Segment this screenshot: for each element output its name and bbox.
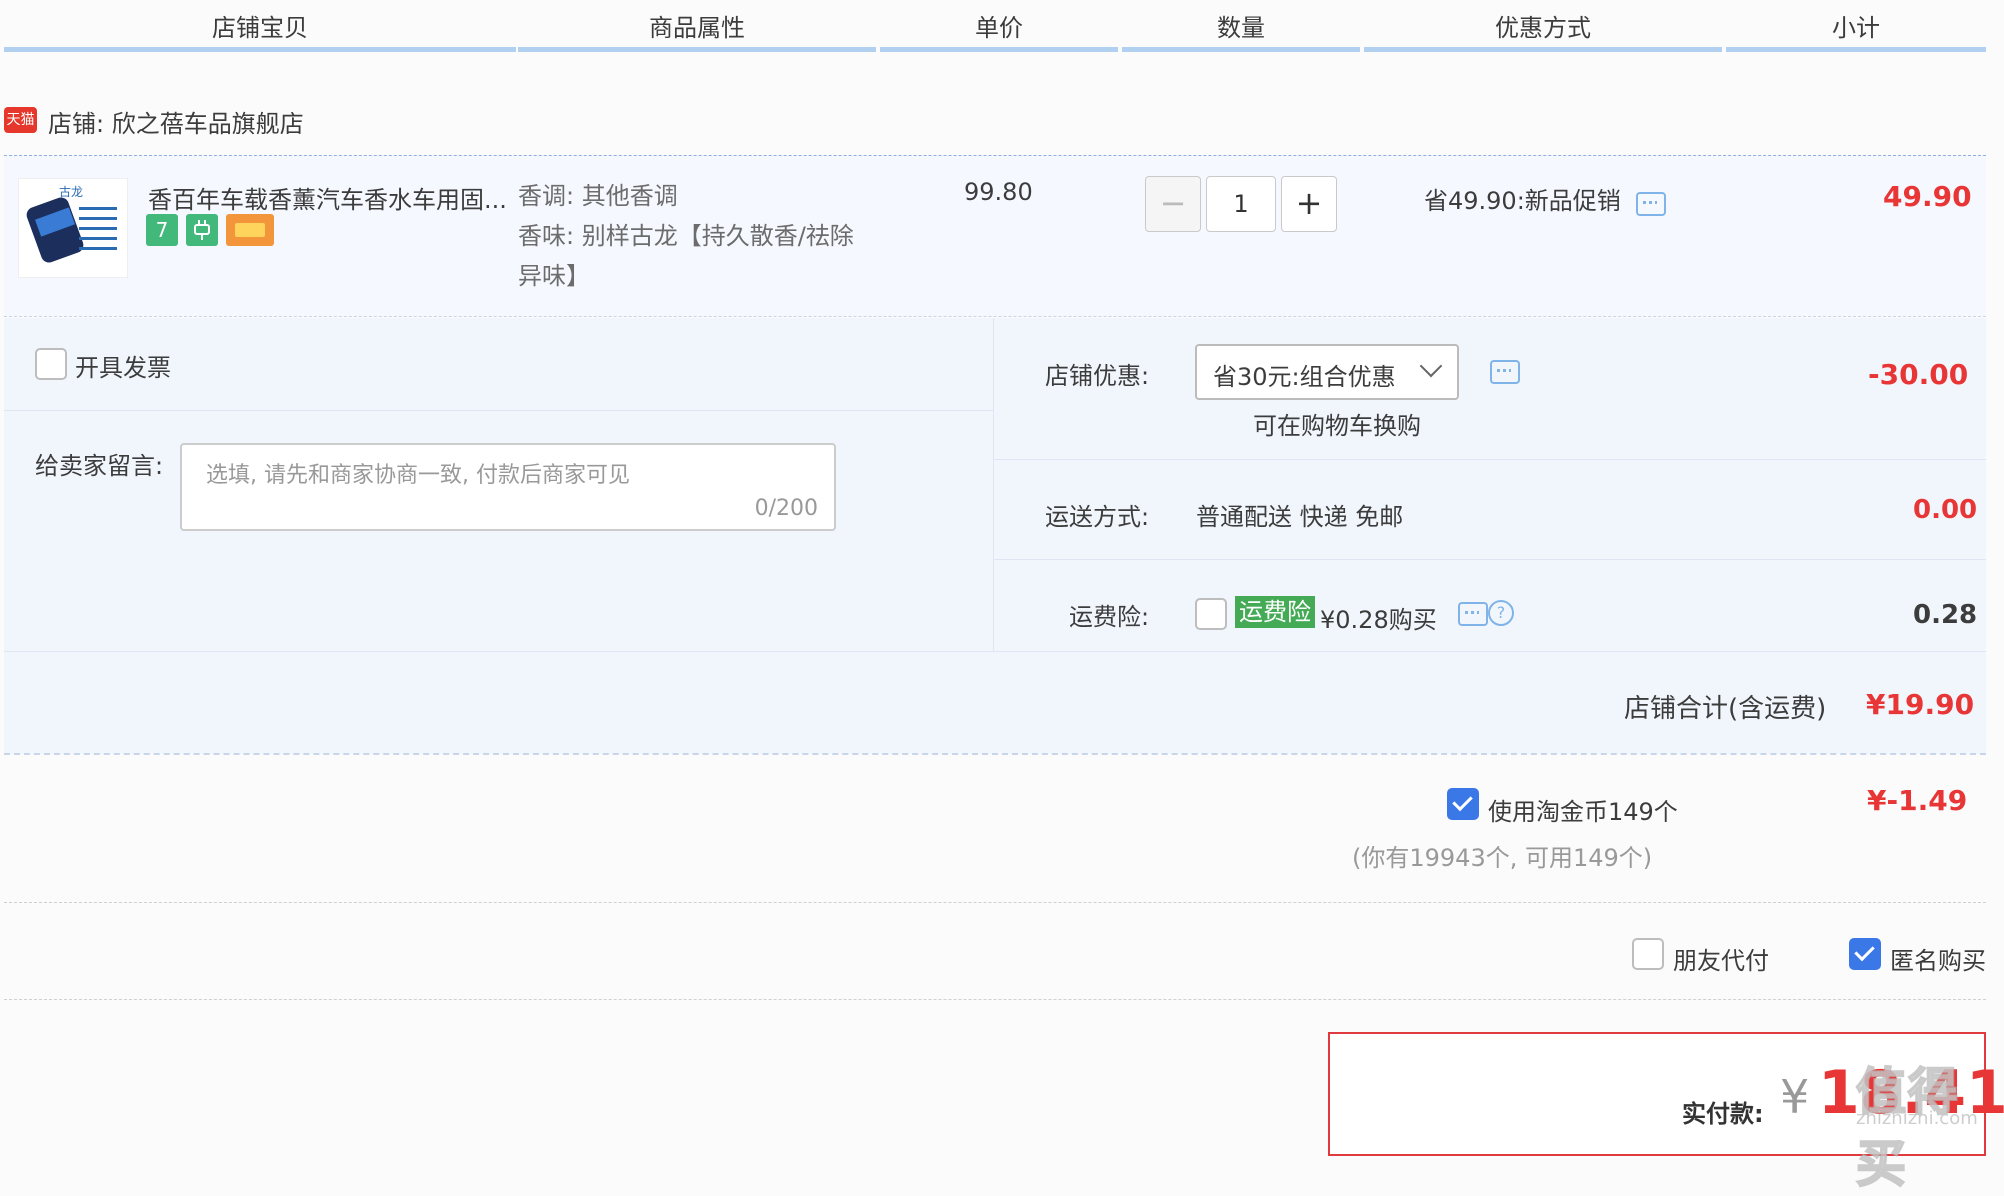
- anonymous-label[interactable]: 匿名购买: [1890, 941, 1986, 976]
- final-payment-label: 实付款:: [1682, 1100, 1764, 1128]
- help-icon[interactable]: ?: [1488, 600, 1514, 626]
- attr-scent-line2: 异味】: [518, 262, 590, 290]
- shop-discount-label: 店铺优惠:: [1045, 362, 1150, 390]
- friend-pay-checkbox[interactable]: [1632, 938, 1664, 970]
- seller-message-input[interactable]: 选填, 请先和商家协商一致, 付款后商家可见 0/200: [180, 443, 836, 531]
- shop-total-divider: [4, 753, 1986, 755]
- payment-options-divider: [4, 999, 1986, 1000]
- quantity-increase-button[interactable]: +: [1281, 176, 1337, 232]
- discount-chat-icon[interactable]: [1490, 360, 1520, 384]
- plug-service-icon[interactable]: [186, 214, 218, 246]
- header-col-subtotal: 小计: [1726, 0, 1986, 52]
- insurance-tag: 运费险: [1235, 596, 1315, 628]
- chevron-down-icon: [1419, 354, 1443, 378]
- shop-discount-select[interactable]: 省30元:组合优惠: [1195, 344, 1459, 400]
- insurance-amount: 0.28: [1913, 600, 1978, 630]
- shipping-amount: 0.00: [1913, 495, 1978, 525]
- shop-discount-amount: -30.00: [1868, 358, 1969, 391]
- coins-divider: [4, 902, 1986, 903]
- unit-price: 99.80: [964, 178, 1033, 206]
- seven-day-return-icon[interactable]: 7: [146, 214, 178, 246]
- attr-scent-tone: 香调: 其他香调: [518, 182, 678, 210]
- header-col-attributes: 商品属性: [518, 0, 876, 52]
- coins-checkbox[interactable]: [1447, 788, 1479, 820]
- options-divider-left: [4, 410, 993, 411]
- promo-chat-icon[interactable]: [1636, 192, 1666, 216]
- product-info-graphic: [79, 207, 117, 257]
- seller-message-label: 给卖家留言:: [35, 452, 164, 480]
- product-title[interactable]: 香百年车载香薰汽车香水车用固...: [148, 180, 507, 215]
- header-col-shop-item: 店铺宝贝: [4, 0, 516, 52]
- invoice-checkbox[interactable]: [35, 348, 67, 380]
- insurance-price: ¥0.28购买: [1320, 606, 1437, 634]
- header-col-discount: 优惠方式: [1364, 0, 1722, 52]
- quantity-input[interactable]: 1: [1206, 176, 1276, 232]
- tmall-icon: 天猫: [4, 107, 37, 133]
- thumb-brand-text: 古龙: [59, 185, 84, 199]
- shipping-label: 运送方式:: [1045, 503, 1150, 531]
- seller-message-placeholder: 选填, 请先和商家协商一致, 付款后商家可见: [206, 463, 630, 488]
- shop-discount-value: 省30元:组合优惠: [1213, 363, 1396, 391]
- insurance-label: 运费险:: [1069, 603, 1150, 631]
- shop-discount-hint[interactable]: 可在购物车换购: [1253, 406, 1421, 441]
- options-divider-right-1: [994, 459, 1986, 460]
- coins-amount: ¥-1.49: [1867, 784, 1968, 817]
- friend-pay-label[interactable]: 朋友代付: [1673, 941, 1769, 976]
- shop-total-label: 店铺合计(含运费): [1624, 694, 1827, 724]
- attr-scent-line1: 香味: 别样古龙【持久散香/祛除: [518, 222, 854, 250]
- insurance-chat-icon[interactable]: [1458, 602, 1488, 626]
- anonymous-checkbox[interactable]: [1849, 938, 1881, 970]
- watermark-url: zhizhizhi.com: [1856, 1108, 1978, 1129]
- invoice-label[interactable]: 开具发票: [75, 348, 171, 383]
- options-divider-bottom: [4, 651, 1986, 652]
- shop-name[interactable]: 店铺: 欣之蓓车品旗舰店: [48, 104, 304, 139]
- final-currency: ¥: [1780, 1070, 1810, 1124]
- quantity-decrease-button[interactable]: −: [1145, 176, 1201, 232]
- shop-total-amount: ¥19.90: [1866, 688, 1975, 721]
- header-col-quantity: 数量: [1122, 0, 1360, 52]
- header-col-unit-price: 单价: [880, 0, 1118, 52]
- insurance-checkbox[interactable]: [1195, 598, 1227, 630]
- item-promo-text: 省49.90:新品促销: [1424, 187, 1621, 215]
- credit-card-icon[interactable]: [226, 214, 274, 246]
- shipping-method: 普通配送 快递 免邮: [1196, 503, 1404, 531]
- item-subtotal: 49.90: [1883, 180, 1972, 213]
- product-thumbnail[interactable]: 古龙: [18, 178, 128, 278]
- options-column-divider: [993, 318, 994, 652]
- seller-message-count: 0/200: [754, 496, 818, 521]
- coins-label[interactable]: 使用淘金币149个: [1488, 792, 1678, 827]
- options-divider-right-2: [994, 559, 1986, 560]
- coins-detail: (你有19943个, 可用149个): [1352, 844, 1653, 872]
- plug-icon: [194, 220, 210, 240]
